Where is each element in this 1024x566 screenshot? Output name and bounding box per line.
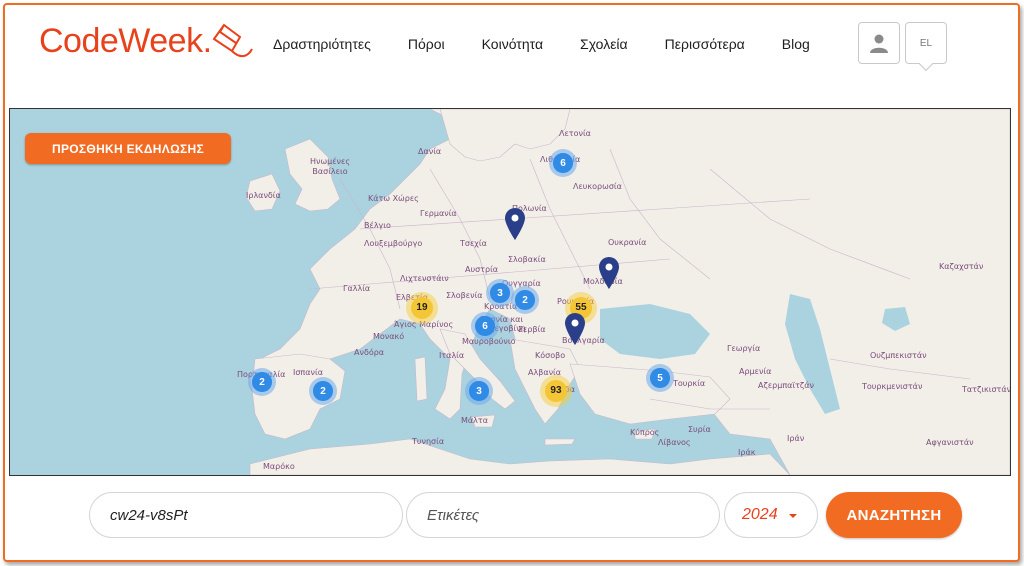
map-label: Ιράν (787, 434, 805, 443)
map-label: Αζερμπαϊτζάν (758, 381, 815, 390)
map-label: Σλοβακία (508, 255, 546, 264)
map-label: Λευκορωσία (573, 182, 622, 191)
map-label: Τσεχία (460, 239, 487, 248)
map-label: Ιρλανδία (246, 191, 281, 200)
map-label: Τουρκία (673, 379, 706, 388)
map-label: Γερμανία (420, 209, 457, 218)
map-label: Ουκρανία (608, 238, 647, 247)
search-button[interactable]: ΑΝΑΖΗΤΗΣΗ (826, 492, 962, 538)
main-nav: Δραστηριότητες Πόροι Κοινότητα Σχολεία Π… (273, 36, 810, 52)
event-cluster[interactable]: 3 (465, 377, 493, 405)
event-cluster[interactable]: 2 (309, 377, 337, 405)
map-label: Κύπρος (630, 428, 660, 437)
map-marker-icon[interactable] (504, 207, 526, 241)
search-bar: cw24-v8sPt Ετικέτες 2024 ΑΝΑΖΗΤΗΣΗ (5, 483, 1018, 553)
map-label: Συρία (688, 425, 711, 434)
map-label: Ιράκ (738, 448, 756, 457)
map-label: Λουξεμβούργο (364, 239, 423, 248)
nav-resources[interactable]: Πόροι (408, 36, 445, 52)
map-label: Ανδόρα (354, 348, 385, 357)
caret-down-icon (789, 514, 797, 518)
map-label: Μονακό (373, 332, 405, 341)
map-label: Λιχτενστάιν (400, 274, 449, 283)
map-label: Σερβία (518, 325, 546, 334)
event-cluster[interactable]: 3 (486, 279, 514, 307)
nav-more[interactable]: Περισσότερα (665, 36, 745, 52)
map-label: Ιταλία (439, 351, 465, 360)
mouse-logo-icon (212, 23, 253, 57)
nav-schools[interactable]: Σχολεία (580, 36, 628, 52)
codeweek-logo[interactable]: CodeWeek. (39, 19, 256, 61)
map-label: Λετονία (559, 129, 591, 138)
page-frame: CodeWeek. Δραστηριότητες Πόροι Κοινότητα… (3, 3, 1020, 562)
map-label: Δανία (418, 147, 442, 156)
logo-text: CodeWeek. (39, 22, 212, 60)
nav-community[interactable]: Κοινότητα (482, 36, 543, 52)
user-account-button[interactable] (858, 22, 900, 64)
event-cluster[interactable]: 5 (646, 364, 674, 392)
user-icon (870, 34, 888, 53)
site-header: CodeWeek. Δραστηριότητες Πόροι Κοινότητα… (5, 5, 1018, 105)
event-cluster[interactable]: 93 (540, 375, 572, 407)
map-label: Καζαχστάν (939, 262, 984, 271)
map-label: Αυστρία (465, 265, 499, 274)
add-event-button[interactable]: ΠΡΟΣΘΗΚΗ ΕΚΔΗΛΩΣΗΣ (25, 133, 231, 164)
map-label: Τουρκμενιστάν (862, 382, 923, 391)
year-select[interactable]: 2024 (724, 492, 818, 538)
map-label: Σλοβενία (446, 291, 483, 300)
map-label: Αρμενία (739, 367, 772, 376)
map-label: Βέλγιο (364, 221, 391, 230)
event-cluster[interactable]: 2 (248, 368, 276, 396)
nav-activities[interactable]: Δραστηριότητες (273, 36, 371, 52)
map-label: Γεωργία (727, 344, 761, 353)
tags-input[interactable]: Ετικέτες (406, 492, 720, 538)
events-map[interactable]: ΠΡΟΣΘΗΚΗ ΕΚΔΗΛΩΣΗΣ Λετονία Λιθουανία Λευ… (9, 108, 1011, 476)
map-label: Ηνωμένες Βασίλειο (309, 157, 351, 176)
map-label: Μάλτα (461, 416, 488, 425)
map-label: Γαλλία (343, 284, 371, 293)
map-label: Ισπανία (293, 368, 323, 377)
map-label: Ουζμπεκιστάν (870, 351, 927, 360)
map-marker-icon[interactable] (598, 256, 620, 290)
event-cluster[interactable]: 6 (549, 149, 577, 177)
map-label: Κόσοβο (535, 351, 566, 360)
event-cluster[interactable]: 2 (511, 286, 539, 314)
map-label: Τατζικιστάν (962, 385, 1011, 394)
event-cluster[interactable]: 6 (471, 312, 499, 340)
map-marker-icon[interactable] (564, 312, 586, 346)
map-label: Μαρόκο (263, 462, 295, 471)
event-code-input[interactable]: cw24-v8sPt (89, 492, 403, 538)
map-label: Κάτω Χώρες (368, 194, 419, 203)
map-label: Τυνησία (412, 437, 445, 446)
map-label: Αφγανιστάν (926, 438, 974, 447)
event-cluster[interactable]: 19 (406, 292, 438, 324)
nav-blog[interactable]: Blog (782, 36, 810, 52)
map-label: Λίβανος (658, 438, 691, 447)
